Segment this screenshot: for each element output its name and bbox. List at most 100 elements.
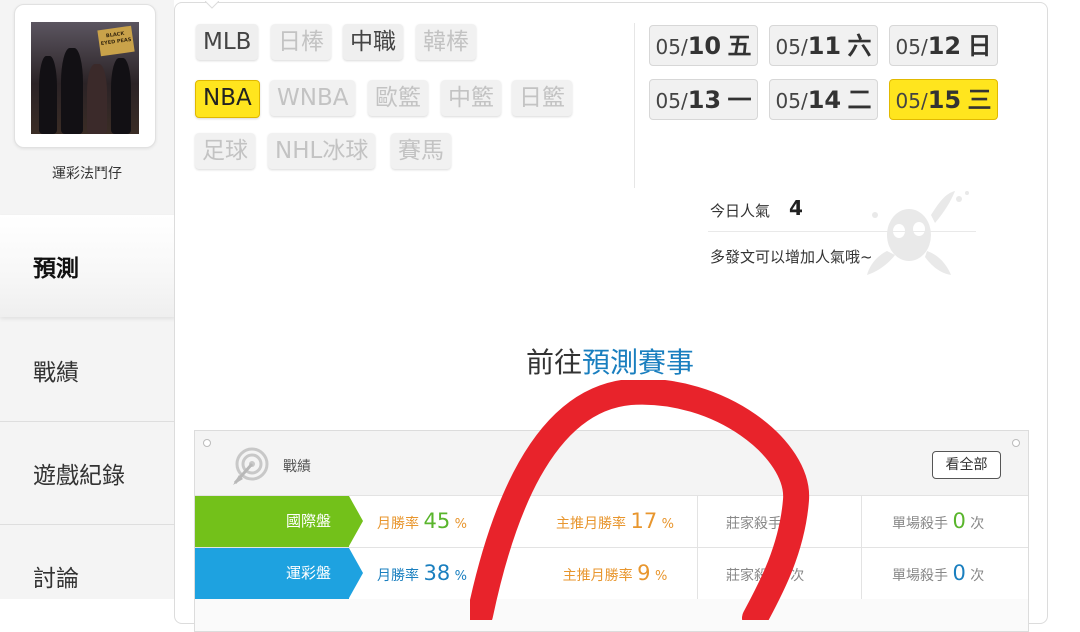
- table-row: 運彩盤 月勝率 38 % 主推月勝率 9 % 莊家殺 1 次 單場殺手 0 次: [195, 547, 1028, 599]
- league-label: 中籃: [448, 85, 494, 111]
- popularity-value: 4: [789, 196, 803, 220]
- corner-dot: [1012, 439, 1020, 447]
- cell-unit: 次: [970, 568, 985, 584]
- date-day: 11: [807, 32, 842, 60]
- league-cpbl[interactable]: 中職: [343, 24, 403, 60]
- cell-label: 月勝率: [377, 568, 419, 584]
- cell-unit: %: [454, 517, 467, 532]
- month-win-rate: 月勝率 38 %: [377, 548, 467, 599]
- cell-unit: %: [454, 569, 467, 584]
- cell-label: 月勝率: [377, 516, 419, 532]
- league-label: NHL冰球: [275, 138, 369, 164]
- league-label: 足球: [202, 138, 248, 164]
- league-mlb[interactable]: MLB: [196, 24, 259, 60]
- record-panel: 戰績 看全部 國際盤 月勝率 45 % 主推月勝率 17 % 莊家殺手 次 單場…: [194, 430, 1029, 632]
- league-label: 日籃: [519, 85, 565, 111]
- league-nba[interactable]: NBA: [195, 80, 260, 118]
- cta-prefix: 前往: [525, 346, 582, 379]
- date-day: 12: [927, 32, 962, 60]
- corner-dot: [203, 439, 211, 447]
- dealer-killer: 莊家殺 1 次: [726, 548, 804, 599]
- nav-item-game-log[interactable]: 遊戲紀錄: [0, 422, 174, 524]
- nav-item-predict[interactable]: 預測: [0, 215, 176, 317]
- date-weekday: 六: [847, 32, 872, 60]
- date-month: 05/: [655, 35, 688, 59]
- league-soccer[interactable]: 足球: [195, 133, 255, 169]
- league-label: 歐籃: [375, 85, 421, 111]
- date-weekday: 五: [727, 32, 752, 60]
- league-label: 中職: [350, 29, 396, 55]
- cell-value: 0: [952, 509, 966, 533]
- nav-item-label: 遊戲紀錄: [33, 463, 125, 489]
- league-jp-basketball[interactable]: 日籃: [512, 80, 572, 116]
- cell-value: 1: [772, 561, 786, 585]
- league-wnba[interactable]: WNBA: [270, 80, 356, 116]
- sidebar: BLACK EYED PEAS 運彩法鬥仔 預測 戰績 遊戲紀錄 討論: [0, 0, 176, 599]
- go-to-predictions: 前往預測賽事: [175, 341, 1045, 381]
- date-0510[interactable]: 05/10 五: [649, 25, 758, 66]
- nav-item-label: 討論: [33, 566, 79, 592]
- date-0515[interactable]: 05/15 三: [889, 79, 998, 120]
- dealer-killer: 莊家殺手 次: [726, 496, 800, 547]
- table-row: 國際盤 月勝率 45 % 主推月勝率 17 % 莊家殺手 次 單場殺手 0 次: [195, 495, 1028, 547]
- divider: [708, 231, 976, 232]
- date-0513[interactable]: 05/13 一: [649, 79, 758, 120]
- nav-item-discussion[interactable]: 討論: [0, 525, 174, 627]
- date-month: 05/: [775, 35, 808, 59]
- date-day: 14: [807, 86, 842, 114]
- date-day: 10: [687, 32, 722, 60]
- cell-unit: 次: [790, 568, 805, 584]
- nav-item-label: 預測: [33, 256, 79, 282]
- date-weekday: 三: [967, 86, 992, 114]
- cell-unit: 次: [786, 516, 801, 532]
- record-title: 戰績: [283, 459, 311, 475]
- cell-value: 45: [423, 509, 451, 533]
- single-game-killer: 單場殺手 0 次: [892, 548, 984, 599]
- column-divider: [697, 548, 698, 599]
- date-month: 05/: [775, 89, 808, 113]
- league-label: WNBA: [277, 85, 349, 111]
- column-divider: [861, 496, 862, 547]
- league-horse-racing[interactable]: 賽馬: [391, 133, 451, 169]
- avatar-logo: BLACK EYED PEAS: [97, 25, 135, 57]
- league-kbo[interactable]: 韓棒: [416, 24, 476, 60]
- row-label-sports-lottery: 運彩盤: [195, 548, 363, 599]
- date-month: 05/: [895, 89, 928, 113]
- popularity-tip: 多發文可以增加人氣哦~: [710, 248, 873, 266]
- main-panel: MLB 日棒 中職 韓棒 NBA WNBA 歐籃 中籃 日籃 足球 NHL冰球 …: [174, 1, 1048, 632]
- league-label: 賽馬: [398, 138, 444, 164]
- avatar-figure: [39, 56, 57, 134]
- avatar-card[interactable]: BLACK EYED PEAS: [14, 4, 156, 148]
- divider: [634, 23, 635, 188]
- cell-label: 單場殺手: [892, 516, 948, 532]
- league-label: NBA: [203, 85, 252, 111]
- league-sbl[interactable]: 中籃: [441, 80, 501, 116]
- date-0512[interactable]: 05/12 日: [889, 25, 998, 66]
- avatar[interactable]: BLACK EYED PEAS: [31, 22, 139, 134]
- popularity-label: 今日人氣: [710, 202, 771, 220]
- league-euro-basketball[interactable]: 歐籃: [368, 80, 428, 116]
- date-0514[interactable]: 05/14 二: [769, 79, 878, 120]
- nav-item-label: 戰績: [33, 360, 79, 386]
- cell-unit: %: [654, 569, 668, 584]
- view-all-button[interactable]: 看全部: [932, 451, 1001, 479]
- avatar-figure: [87, 64, 107, 134]
- column-divider: [861, 548, 862, 599]
- league-nhl[interactable]: NHL冰球: [268, 133, 376, 169]
- main-pick-win-rate: 主推月勝率 9 %: [533, 548, 697, 599]
- cell-label: 莊家殺手: [726, 516, 782, 532]
- league-npb[interactable]: 日棒: [271, 24, 331, 60]
- avatar-figure: [61, 48, 83, 134]
- date-month: 05/: [655, 89, 688, 113]
- record-header: 戰績 看全部: [195, 431, 1028, 495]
- cell-unit: 次: [970, 516, 985, 532]
- date-0511[interactable]: 05/11 六: [769, 25, 878, 66]
- date-weekday: 二: [847, 86, 872, 114]
- column-divider: [697, 496, 698, 547]
- target-icon: [233, 447, 269, 485]
- month-win-rate: 月勝率 45 %: [377, 496, 467, 547]
- predict-events-link[interactable]: 預測賽事: [582, 346, 694, 379]
- username[interactable]: 運彩法鬥仔: [0, 163, 174, 183]
- cell-value: 9: [637, 561, 651, 585]
- nav-item-record[interactable]: 戰績: [0, 319, 174, 421]
